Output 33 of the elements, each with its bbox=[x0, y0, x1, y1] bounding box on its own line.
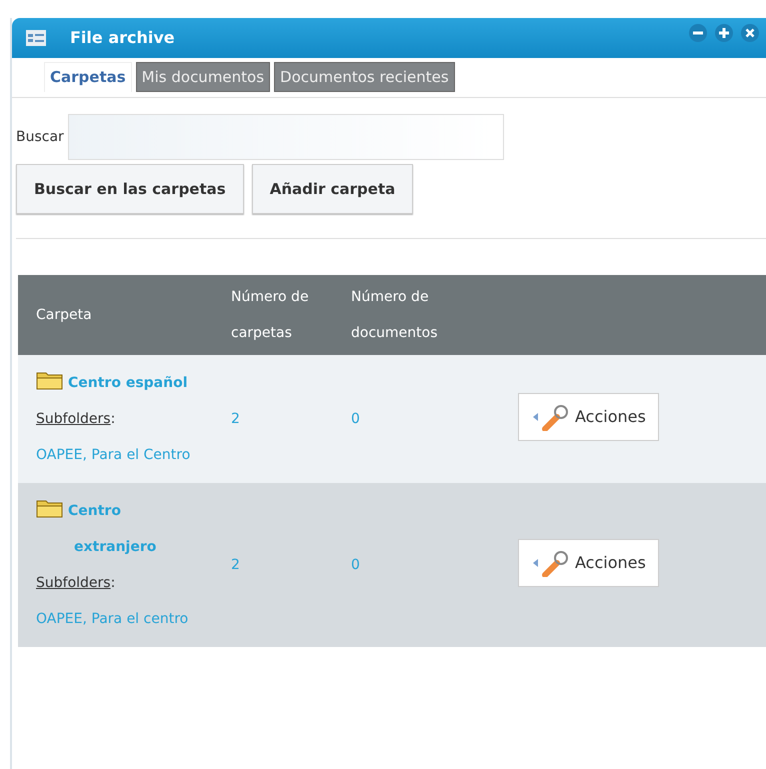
subfolders-label: Subfolders bbox=[36, 575, 111, 591]
subfolder-links[interactable]: OAPEE, Para el centro bbox=[36, 601, 195, 637]
folder-count: 2 bbox=[231, 557, 240, 573]
window-title: File archive bbox=[70, 27, 175, 49]
folder-icon bbox=[36, 370, 64, 390]
column-header: Número de documentos bbox=[351, 289, 438, 341]
tab[interactable]: Documentos recientes bbox=[274, 62, 455, 92]
close-icon[interactable] bbox=[740, 23, 760, 43]
colon-text: : bbox=[110, 575, 116, 591]
column-header: Carpeta bbox=[36, 307, 92, 323]
document-count: 0 bbox=[351, 557, 360, 573]
action-button[interactable]: Añadir carpeta bbox=[252, 164, 414, 214]
subfolders-label: Subfolders bbox=[36, 411, 111, 427]
column-header: Número de carpetas bbox=[231, 288, 310, 343]
document-count: 0 bbox=[351, 411, 360, 427]
maximize-icon[interactable] bbox=[714, 23, 734, 43]
subfolder-links[interactable]: OAPEE, Para el Centro bbox=[36, 437, 195, 473]
wrench-icon bbox=[531, 403, 571, 431]
minimize-icon[interactable] bbox=[688, 23, 708, 43]
colon-text: : bbox=[110, 411, 116, 427]
actions-button[interactable]: Acciones bbox=[518, 393, 659, 441]
tab[interactable]: Mis documentos bbox=[136, 62, 270, 92]
tab[interactable]: Carpetas bbox=[44, 62, 132, 92]
action-button[interactable]: Buscar en las carpetas bbox=[16, 164, 244, 214]
actions-button[interactable]: Acciones bbox=[518, 539, 659, 587]
folder-icon bbox=[36, 498, 64, 518]
folder-count: 2 bbox=[231, 411, 240, 427]
search-label: Buscar bbox=[16, 128, 64, 146]
folder-link[interactable]: Centro español bbox=[36, 365, 188, 401]
wrench-icon bbox=[531, 549, 571, 577]
window-icon bbox=[26, 30, 46, 46]
search-field[interactable] bbox=[68, 114, 504, 160]
folder-link[interactable]: Centro extranjero bbox=[36, 493, 195, 565]
